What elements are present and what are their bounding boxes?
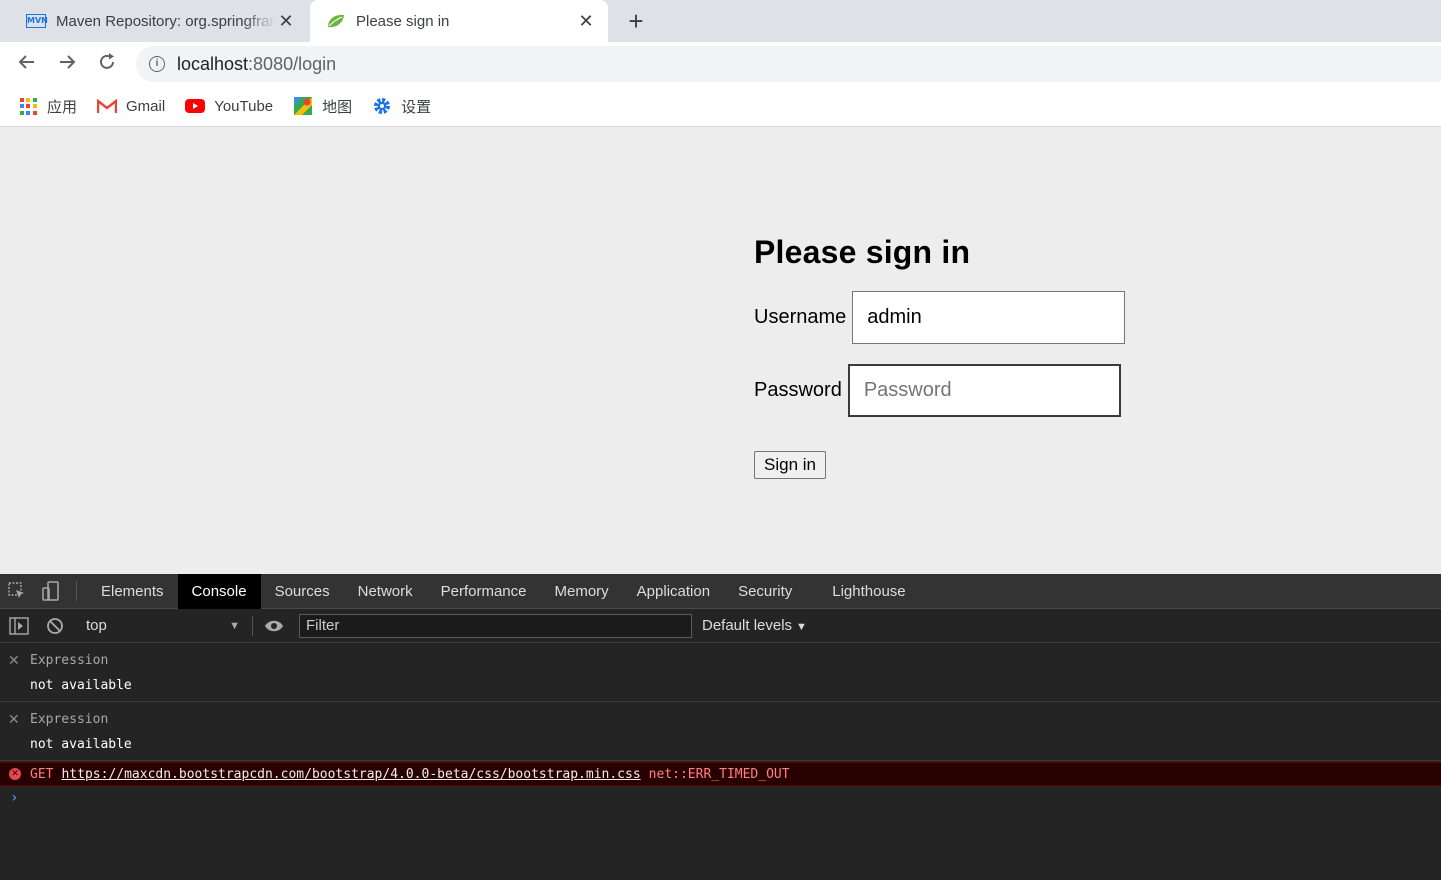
expression-value: not available <box>30 737 132 752</box>
error-url-link[interactable]: https://maxcdn.bootstrapcdn.com/bootstra… <box>61 767 640 782</box>
sign-in-button[interactable]: Sign in <box>754 451 826 479</box>
bookmark-label: 地图 <box>322 98 353 116</box>
expression-value: not available <box>30 678 132 693</box>
live-expression-eye-icon[interactable] <box>259 608 289 643</box>
bookmark-label: 应用 <box>47 98 78 116</box>
context-value: top <box>86 617 107 634</box>
site-info-icon[interactable]: i <box>149 56 165 72</box>
browser-tab-strip: MVN Maven Repository: org.springframewor… <box>0 0 1441 42</box>
browser-toolbar: i localhost:8080/login <box>0 42 1441 86</box>
settings-gear-icon <box>372 97 392 115</box>
toolbar-divider <box>252 615 253 636</box>
login-form: Please sign in Username Password Sign in <box>754 234 1126 479</box>
bookmark-gmail[interactable]: Gmail <box>97 97 165 115</box>
bookmark-youtube[interactable]: YouTube <box>185 97 273 115</box>
tab-network[interactable]: Network <box>344 574 427 609</box>
close-tab-icon[interactable]: ✕ <box>276 11 296 31</box>
tab-application[interactable]: Application <box>623 574 724 609</box>
clear-console-icon[interactable] <box>38 608 72 643</box>
bookmark-label: Gmail <box>126 97 166 115</box>
apps-grid-icon <box>18 97 38 115</box>
url-host: localhost <box>177 53 249 74</box>
bookmark-settings[interactable]: 设置 <box>372 96 431 117</box>
bookmark-maps[interactable]: 地图 <box>293 96 352 117</box>
devtools-panel: Elements Console Sources Network Perform… <box>0 573 1441 880</box>
error-message: net::ERR_TIMED_OUT <box>648 766 790 782</box>
tab-title: Please sign in <box>356 12 450 30</box>
tab-console[interactable]: Console <box>177 573 261 609</box>
tab-title: Maven Repository: org.springframework <box>56 12 276 30</box>
username-row: Username <box>754 291 1126 344</box>
tab-security[interactable]: Security <box>724 574 806 609</box>
new-tab-button[interactable]: + <box>622 8 650 36</box>
tab-elements[interactable]: Elements <box>87 574 178 609</box>
bookmarks-bar: 应用 Gmail YouTube 地图 设置 <box>0 86 1441 127</box>
devtools-tab-bar: Elements Console Sources Network Perform… <box>0 573 1441 609</box>
expression-name[interactable]: Expression <box>30 712 108 727</box>
password-input[interactable] <box>847 364 1121 417</box>
log-levels-label: Default levels <box>702 617 793 634</box>
tab-lighthouse[interactable]: Lighthouse <box>818 574 919 609</box>
close-tab-icon[interactable]: ✕ <box>576 11 596 31</box>
expression-name[interactable]: Expression <box>30 653 108 668</box>
maps-icon <box>293 97 313 115</box>
console-error-message: ✕ GET https://maxcdn.bootstrapcdn.com/bo… <box>0 762 1441 786</box>
log-levels-dropdown[interactable]: Default levels ▼ <box>702 617 807 634</box>
tab-please-sign-in[interactable]: Please sign in ✕ <box>310 0 608 42</box>
inspect-element-icon[interactable] <box>0 574 34 609</box>
show-sidebar-icon[interactable] <box>0 608 38 643</box>
spring-leaf-icon <box>326 13 346 29</box>
page-viewport: Please sign in Username Password Sign in <box>0 128 1441 574</box>
console-filter-input[interactable] <box>299 613 692 638</box>
page-title: Please sign in <box>754 234 971 270</box>
bookmark-label: 设置 <box>401 98 432 116</box>
url-path: :8080/login <box>248 53 337 74</box>
username-input[interactable] <box>852 291 1126 344</box>
live-expression: ✕ Expression not available <box>0 702 1441 761</box>
mvn-icon: MVN <box>26 13 48 29</box>
error-icon: ✕ <box>9 768 21 780</box>
remove-expression-icon[interactable]: ✕ <box>8 712 20 728</box>
bookmark-label: YouTube <box>214 97 274 115</box>
gmail-icon <box>97 97 118 115</box>
youtube-icon <box>185 97 206 115</box>
live-expression: ✕ Expression not available <box>0 643 1441 702</box>
back-arrow-icon[interactable] <box>14 51 40 77</box>
error-method: GET <box>30 766 54 782</box>
password-row: Password <box>754 364 1125 417</box>
tab-maven-repository[interactable]: MVN Maven Repository: org.springframewor… <box>10 0 308 42</box>
context-selector[interactable]: top ▼ <box>80 614 246 638</box>
tab-memory[interactable]: Memory <box>541 574 623 609</box>
bookmark-apps[interactable]: 应用 <box>18 96 77 117</box>
forward-arrow-icon[interactable] <box>54 51 80 77</box>
reload-icon[interactable] <box>94 51 120 77</box>
remove-expression-icon[interactable]: ✕ <box>8 653 20 669</box>
username-label: Username <box>754 306 847 328</box>
toolbar-divider <box>76 581 77 601</box>
password-label: Password <box>754 379 842 401</box>
tab-performance[interactable]: Performance <box>427 574 541 609</box>
console-filter-bar: top ▼ Default levels▼ <box>0 609 1441 643</box>
chevron-down-icon: ▼ <box>229 619 240 632</box>
device-toolbar-icon[interactable] <box>34 574 68 609</box>
address-bar[interactable]: i localhost:8080/login <box>136 46 1441 82</box>
chevron-down-icon: ▼ <box>796 621 807 633</box>
tab-sources[interactable]: Sources <box>261 574 344 609</box>
console-prompt-chevron-icon[interactable]: › <box>10 790 18 806</box>
